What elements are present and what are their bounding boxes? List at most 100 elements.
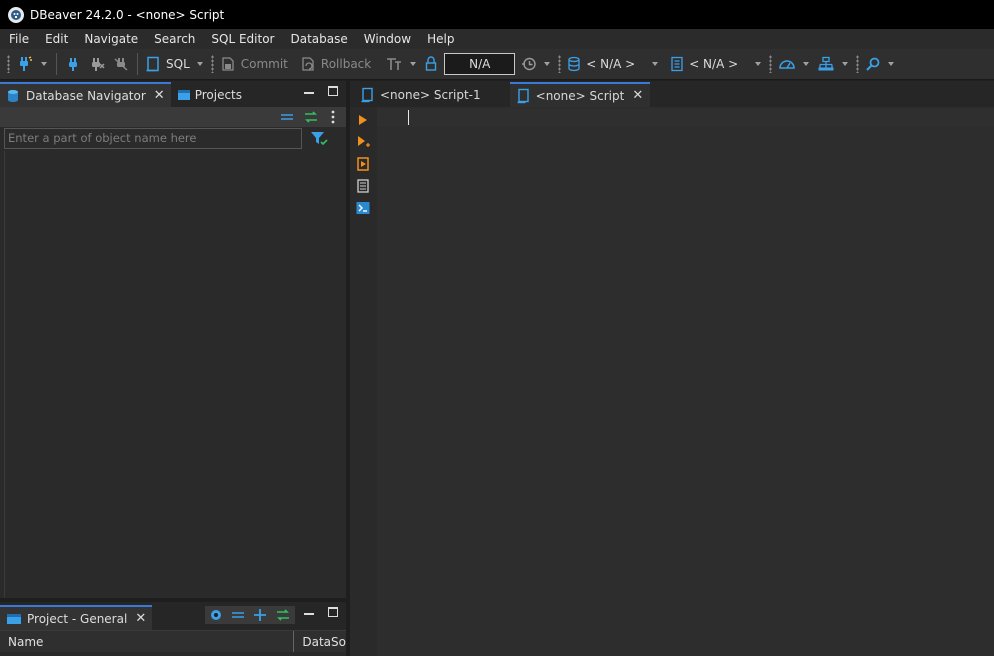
toolbar-grip[interactable] [769, 55, 773, 73]
toolbar-grip[interactable] [7, 55, 10, 73]
link-with-editor-icon[interactable] [303, 110, 319, 124]
navigator-tree[interactable] [4, 151, 346, 598]
column-header-name[interactable]: Name [0, 631, 295, 652]
transaction-monitor[interactable]: N/A [444, 53, 516, 75]
disconnect-button[interactable] [85, 52, 109, 76]
tab-database-navigator-label: Database Navigator [26, 88, 146, 103]
database-navigator-panel: Database Navigator ✕ Projects Enter a pa… [0, 81, 346, 598]
collapse-all-icon[interactable] [280, 111, 294, 123]
transaction-mode-button[interactable] [382, 52, 406, 76]
menu-search[interactable]: Search [146, 29, 203, 49]
tab-database-navigator[interactable]: Database Navigator ✕ [0, 82, 171, 107]
datasource-label: < N/A > [586, 57, 636, 71]
connect-button[interactable] [61, 52, 85, 76]
dashboard-button[interactable] [775, 52, 799, 76]
editor-action-gutter [350, 107, 377, 656]
tab-project-general[interactable]: Project - General ✕ [0, 605, 153, 630]
configure-icon[interactable] [209, 608, 223, 622]
invalidate-reconnect-button[interactable] [109, 52, 133, 76]
close-icon[interactable]: ✕ [135, 611, 146, 626]
expand-all-icon[interactable] [253, 608, 267, 622]
menu-sql-editor[interactable]: SQL Editor [203, 29, 282, 49]
transaction-log-dropdown[interactable] [544, 62, 551, 66]
sql-editor-dropdown[interactable] [196, 62, 203, 66]
tab-script-1-label: <none> Script-1 [380, 87, 481, 102]
tab-projects[interactable]: Projects [171, 82, 248, 107]
toolbar-grip[interactable] [210, 55, 214, 73]
sql-script-icon [517, 88, 529, 103]
active-datasource-selector[interactable]: < N/A > [564, 52, 638, 76]
schema-label: < N/A > [689, 57, 739, 71]
active-schema-selector[interactable]: < N/A > [667, 52, 741, 76]
left-panel-tabs: Database Navigator ✕ Projects [0, 81, 346, 107]
menu-database[interactable]: Database [282, 29, 355, 49]
text-caret [408, 110, 409, 125]
plug-connect-icon [69, 58, 77, 71]
window-title: DBeaver 24.2.0 - <none> Script [30, 7, 225, 22]
close-icon[interactable]: ✕ [154, 88, 165, 103]
datasource-dropdown[interactable] [652, 62, 659, 66]
column-header-datasource[interactable]: DataSo [294, 631, 346, 652]
tab-script[interactable]: <none> Script ✕ [509, 82, 651, 107]
sql-script-icon [146, 56, 159, 72]
commit-button[interactable]: Commit [217, 52, 291, 76]
search-dropdown[interactable] [888, 62, 895, 66]
new-connection-dropdown[interactable] [41, 62, 47, 66]
search-icon [866, 57, 880, 71]
menu-edit[interactable]: Edit [37, 29, 76, 49]
lock-icon [426, 56, 437, 71]
sql-editor-text[interactable] [350, 107, 994, 656]
history-icon [522, 57, 536, 71]
open-sql-editor-button[interactable]: SQL [142, 52, 193, 76]
menu-navigate[interactable]: Navigate [76, 29, 146, 49]
menu-file[interactable]: File [1, 29, 37, 49]
erd-dropdown[interactable] [842, 62, 849, 66]
project-panel-toolbar [205, 606, 295, 624]
minimize-icon[interactable] [304, 92, 314, 94]
commit-icon [222, 57, 234, 71]
erd-button[interactable] [814, 52, 838, 76]
open-console-icon[interactable] [356, 201, 370, 215]
toolbar-grip[interactable] [558, 55, 562, 73]
current-line-highlight [377, 109, 994, 127]
lock-button[interactable] [421, 52, 441, 76]
project-panel-tabs: Project - General ✕ [0, 602, 346, 630]
execute-statement-icon[interactable] [356, 113, 370, 127]
sql-button-label: SQL [166, 57, 190, 71]
filter-icon[interactable] [310, 131, 328, 147]
erd-diagram-icon [818, 56, 834, 71]
object-name-filter-input[interactable]: Enter a part of object name here [4, 128, 302, 149]
new-connection-button[interactable] [13, 52, 37, 76]
menu-window[interactable]: Window [356, 29, 419, 49]
menu-bar: File Edit Navigate Search SQL Editor Dat… [0, 29, 994, 49]
new-connection-icon [20, 56, 32, 71]
view-menu-icon[interactable] [330, 110, 336, 124]
database-navigator-icon [8, 89, 18, 102]
transaction-log-button[interactable] [518, 52, 540, 76]
navigator-toolbar [0, 107, 346, 127]
search-button[interactable] [862, 52, 884, 76]
dashboard-dropdown[interactable] [803, 62, 810, 66]
collapse-all-icon[interactable] [231, 608, 245, 622]
tab-script-label: <none> Script [535, 88, 625, 103]
schema-dropdown[interactable] [755, 62, 762, 66]
close-icon[interactable]: ✕ [632, 88, 643, 103]
toolbar-grip[interactable] [856, 55, 860, 73]
execute-in-new-tab-icon[interactable] [356, 135, 370, 149]
explain-plan-icon[interactable] [356, 179, 370, 193]
schema-icon [671, 56, 683, 72]
sql-script-icon [361, 87, 373, 102]
maximize-icon[interactable] [328, 86, 338, 96]
transaction-mode-dropdown[interactable] [410, 62, 417, 66]
rollback-button[interactable]: Rollback [297, 52, 374, 76]
left-panel-window-controls [304, 86, 338, 96]
maximize-icon[interactable] [328, 607, 338, 617]
main-toolbar: SQL Commit Rollback N/A < N/A > < N/A > [0, 49, 994, 80]
project-panel-window-controls [304, 607, 338, 617]
toolbar-separator [56, 53, 57, 75]
tab-script-1[interactable]: <none> Script-1 [354, 82, 488, 107]
menu-help[interactable]: Help [419, 29, 462, 49]
minimize-icon[interactable] [304, 613, 314, 615]
link-with-editor-icon[interactable] [275, 608, 291, 622]
execute-script-icon[interactable] [356, 157, 370, 171]
